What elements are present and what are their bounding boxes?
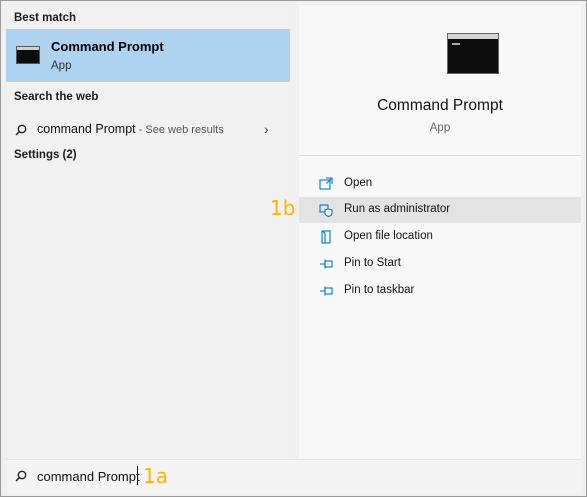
pin-icon [320,259,333,269]
annotation-1b: 1b [270,196,296,220]
annotation-1a: 1a [143,464,168,488]
details-panel: Command Prompt App Open Run as administr… [299,6,581,459]
app-subtitle: App [429,122,451,134]
terminal-icon [16,46,40,64]
action-open-file-location[interactable]: Open file location [299,224,581,250]
action-pin-to-start-label: Pin to Start [344,257,401,269]
best-match-title: Command Prompt [51,39,164,54]
search-web-header: Search the web [14,91,99,103]
web-result-item[interactable]: command Prompt - See web results › [6,115,290,145]
text-caret [137,466,138,485]
action-open-file-location-label: Open file location [344,230,433,242]
results-panel: Best match Command Prompt App Search the… [6,6,290,459]
best-match-subtitle: App [51,60,72,72]
start-search-window: Best match Command Prompt App Search the… [0,0,587,497]
shield-icon [319,204,333,217]
web-result-text: command Prompt - See web results [37,122,224,136]
search-input[interactable]: command Prompt [37,469,140,484]
action-run-as-administrator[interactable]: Run as administrator [299,197,581,223]
search-icon [15,470,27,482]
action-pin-to-taskbar-label: Pin to taskbar [344,284,415,296]
terminal-icon [447,33,499,74]
search-box[interactable]: command Prompt 1a [6,459,581,493]
action-pin-to-taskbar[interactable]: Pin to taskbar [299,278,581,304]
chevron-right-icon: › [264,121,269,137]
best-match-item[interactable]: Command Prompt App [6,29,290,82]
web-result-suffix: - See web results [135,124,224,136]
action-run-as-administrator-label: Run as administrator [344,203,451,215]
app-title: Command Prompt [377,97,503,114]
action-pin-to-start[interactable]: Pin to Start [299,251,581,277]
search-icon [15,124,27,136]
folder-icon [321,230,331,244]
action-open[interactable]: Open [299,171,581,197]
best-match-header: Best match [14,12,76,24]
divider [299,155,581,156]
pin-icon [320,286,333,296]
settings-header[interactable]: Settings (2) [14,149,77,161]
open-icon [319,177,333,190]
action-open-label: Open [344,177,373,189]
web-result-query: command Prompt [37,122,136,136]
